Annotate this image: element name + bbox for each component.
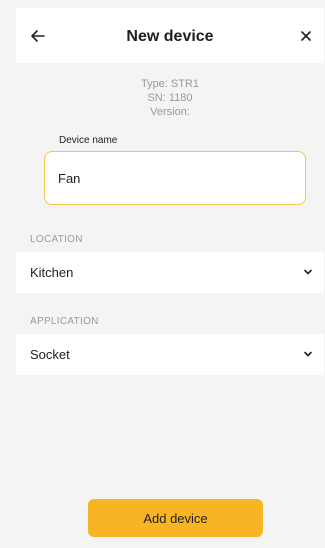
application-select[interactable]: Socket	[16, 334, 324, 375]
location-section-label: LOCATION	[30, 234, 83, 245]
back-button[interactable]	[26, 24, 50, 48]
app-header: New device	[16, 8, 324, 63]
device-form: Type: STR1 SN: 1180 Version: Device name…	[16, 63, 324, 548]
page-title: New device	[126, 28, 214, 45]
close-button[interactable]	[294, 24, 318, 48]
location-value: Kitchen	[30, 265, 74, 280]
application-section-label: APPLICATION	[30, 316, 99, 327]
chevron-down-icon	[304, 351, 312, 357]
location-select[interactable]: Kitchen	[16, 252, 324, 293]
device-name-input[interactable]	[44, 151, 306, 205]
device-type: Type: STR1	[140, 78, 200, 90]
arrow-left-icon	[31, 30, 45, 42]
device-info: Type: STR1 SN: 1180 Version:	[16, 77, 324, 119]
application-value: Socket	[30, 347, 70, 362]
close-icon	[301, 31, 311, 41]
device-name-label: Device name	[59, 135, 118, 146]
device-version: Version:	[150, 106, 190, 118]
add-device-button[interactable]: Add device	[88, 499, 263, 537]
device-sn: SN: 1180	[147, 92, 193, 104]
chevron-down-icon	[304, 269, 312, 275]
